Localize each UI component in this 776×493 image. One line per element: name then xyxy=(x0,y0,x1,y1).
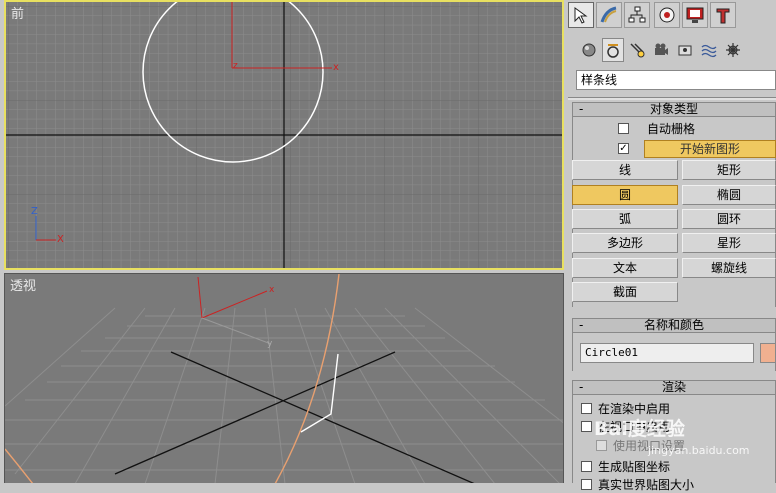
viewport-label-perspective[interactable]: 透视 xyxy=(10,275,36,294)
start-new-shape-checkbox[interactable]: ✓ xyxy=(618,143,629,154)
perspective-x-axis-line xyxy=(170,351,475,483)
subtab-cameras[interactable] xyxy=(650,38,672,62)
rendering-rollout-header[interactable]: - 渲染 xyxy=(572,380,776,395)
circle-button[interactable]: 圆 xyxy=(572,185,678,205)
subtab-geometry[interactable] xyxy=(578,38,600,62)
cameras-icon xyxy=(655,43,668,55)
star-button[interactable]: 星形 xyxy=(682,233,776,253)
panel-separator xyxy=(568,97,776,100)
persp-pivot-z xyxy=(197,276,203,319)
use-viewport-settings-checkbox[interactable] xyxy=(596,440,607,451)
panel-tab-strip xyxy=(568,0,776,32)
display-icon xyxy=(686,7,704,23)
perspective-grid: x y xyxy=(5,274,563,483)
persp-pivot-y-letter: y xyxy=(267,339,273,349)
subtab-helpers[interactable] xyxy=(674,38,696,62)
object-name-field[interactable]: Circle01 xyxy=(580,343,754,363)
name-color-title: 名称和颜色 xyxy=(643,318,704,332)
persp-circle-arc-left xyxy=(5,448,34,483)
spacewarps-icon xyxy=(701,44,717,58)
subtab-spacewarps[interactable] xyxy=(698,38,720,62)
baidu-jingyan-watermark: Bai度经验 xyxy=(594,418,685,440)
helpers-icon xyxy=(678,45,692,56)
persp-pivot-x-letter: x xyxy=(269,285,275,295)
arc-button[interactable]: 弧 xyxy=(572,209,678,229)
perspective-grid-lines xyxy=(5,307,563,483)
autogrid-checkbox[interactable] xyxy=(618,123,629,134)
subtab-systems[interactable] xyxy=(722,38,744,62)
gizmo-x-letter: X xyxy=(57,234,64,245)
persp-circle-arc-right xyxy=(274,274,340,483)
real-world-map-size-label: 真实世界贴图大小 xyxy=(598,478,695,492)
text-button[interactable]: 文本 xyxy=(572,258,678,278)
enable-in-viewport-checkbox[interactable] xyxy=(581,421,592,432)
start-new-shape-button[interactable]: 开始新图形 xyxy=(644,140,776,158)
enable-in-renderer-checkbox[interactable] xyxy=(581,403,592,414)
tab-display[interactable] xyxy=(682,2,708,28)
create-icon xyxy=(600,6,617,23)
real-world-map-size-checkbox[interactable] xyxy=(581,479,592,490)
lights-icon xyxy=(630,43,645,58)
object-color-swatch[interactable] xyxy=(760,343,776,363)
baidu-jingyan-url: jingyan.baidu.com xyxy=(648,444,750,457)
section-button[interactable]: 截面 xyxy=(572,282,678,302)
subtab-shapes[interactable] xyxy=(602,38,624,62)
tab-hierarchy[interactable] xyxy=(624,2,650,28)
autogrid-label: 自动栅格 xyxy=(647,122,696,136)
helix-button[interactable]: 螺旋线 xyxy=(682,258,776,278)
ngon-button[interactable]: 多边形 xyxy=(572,233,678,253)
persp-pivot-y xyxy=(201,317,272,345)
rectangle-button[interactable]: 矩形 xyxy=(682,160,776,180)
gen-mapping-coords-checkbox[interactable] xyxy=(581,461,592,472)
subtab-lights[interactable] xyxy=(626,38,648,62)
geometry-icon xyxy=(582,43,596,57)
command-panel: 样条线 - 对象类型 自动栅格 ✓ 开始新图形 线 矩形 圆 椭圆 弧 圆环 多… xyxy=(568,0,776,492)
viewport-label-front[interactable]: 前 xyxy=(11,3,24,22)
tab-create[interactable] xyxy=(596,2,622,28)
collapse-icon: - xyxy=(579,102,584,116)
gizmo-z-letter: Z xyxy=(31,206,38,217)
line-button[interactable]: 线 xyxy=(572,160,678,180)
hierarchy-icon xyxy=(628,6,646,23)
select-icon xyxy=(574,7,588,24)
tab-select[interactable] xyxy=(568,2,594,28)
pivot-z-letter: z xyxy=(233,61,238,71)
gen-mapping-coords-label: 生成贴图坐标 xyxy=(598,460,671,474)
tab-motion[interactable] xyxy=(654,2,680,28)
motion-icon xyxy=(659,7,675,23)
tab-utilities[interactable] xyxy=(710,2,736,28)
object-type-rollout-header[interactable]: - 对象类型 xyxy=(572,102,776,117)
shapes-icon xyxy=(607,44,619,58)
systems-icon xyxy=(726,43,740,57)
category-dropdown[interactable]: 样条线 xyxy=(576,70,776,90)
object-type-title: 对象类型 xyxy=(649,102,698,116)
perspective-viewport[interactable]: 透视 x y xyxy=(4,273,564,483)
pivot-x-letter: x xyxy=(333,62,339,73)
collapse-icon: - xyxy=(579,318,584,332)
collapse-icon: - xyxy=(579,380,584,394)
name-color-rollout-header[interactable]: - 名称和颜色 xyxy=(572,318,776,333)
perspective-y-axis-line xyxy=(114,351,396,475)
donut-button[interactable]: 圆环 xyxy=(682,209,776,229)
utilities-icon xyxy=(716,8,730,24)
front-grid: x z Z X xyxy=(6,2,562,268)
rendering-title: 渲染 xyxy=(661,380,686,394)
ellipse-button[interactable]: 椭圆 xyxy=(682,185,776,205)
front-viewport[interactable]: 前 x z Z X xyxy=(4,0,564,270)
